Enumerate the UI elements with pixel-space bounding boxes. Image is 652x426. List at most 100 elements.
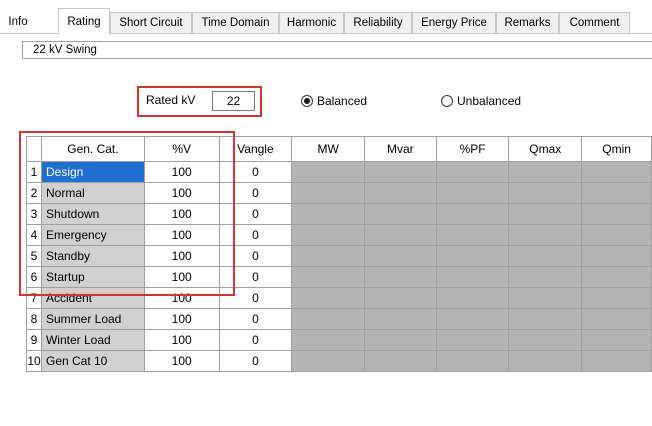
pf-cell xyxy=(435,245,510,267)
qmin-cell xyxy=(581,245,652,267)
gen-cat-cell[interactable]: Standby xyxy=(40,245,145,267)
unbalanced-radio[interactable]: Unbalanced xyxy=(441,94,521,108)
mvar-cell xyxy=(363,329,437,351)
qmin-cell xyxy=(581,287,652,309)
vangle-cell[interactable]: 0 xyxy=(218,329,293,351)
table-row[interactable]: 6 Startup 100 0 xyxy=(26,266,652,288)
pf-cell xyxy=(435,266,510,288)
percent-v-cell[interactable]: 100 xyxy=(143,224,220,246)
qmax-cell xyxy=(508,329,583,351)
vangle-cell[interactable]: 0 xyxy=(218,182,293,204)
table-row[interactable]: 4 Emergency 100 0 xyxy=(26,224,652,246)
qmin-cell xyxy=(581,266,652,288)
mvar-cell xyxy=(363,203,437,225)
qmax-cell xyxy=(508,245,583,267)
tab-reliability[interactable]: Reliability xyxy=(344,12,412,33)
row-index: 1 xyxy=(26,161,42,183)
table-row[interactable]: 10 Gen Cat 10 100 0 xyxy=(26,350,652,372)
header-qmin[interactable]: Qmin xyxy=(581,136,652,162)
radio-unselected-icon xyxy=(441,95,453,107)
mw-cell xyxy=(291,287,365,309)
vangle-cell[interactable]: 0 xyxy=(218,287,293,309)
qmax-cell xyxy=(508,182,583,204)
table-row[interactable]: 1 Design 100 0 xyxy=(26,161,652,183)
mvar-cell xyxy=(363,287,437,309)
gen-cat-cell[interactable]: Design xyxy=(40,161,145,183)
row-index: 2 xyxy=(26,182,42,204)
vangle-cell[interactable]: 0 xyxy=(218,266,293,288)
header-percent-v[interactable]: %V xyxy=(143,136,220,162)
mw-cell xyxy=(291,245,365,267)
percent-v-cell[interactable]: 100 xyxy=(143,266,220,288)
qmin-cell xyxy=(581,203,652,225)
table-row[interactable]: 8 Summer Load 100 0 xyxy=(26,308,652,330)
tab-bar: Info Rating Short Circuit Time Domain Ha… xyxy=(0,0,652,34)
table-row[interactable]: 7 Accident 100 0 xyxy=(26,287,652,309)
percent-v-cell[interactable]: 100 xyxy=(143,287,220,309)
tab-comment[interactable]: Comment xyxy=(559,12,630,33)
tab-time-domain[interactable]: Time Domain xyxy=(192,12,279,33)
gen-cat-cell[interactable]: Winter Load xyxy=(40,329,145,351)
row-index: 4 xyxy=(26,224,42,246)
percent-v-cell[interactable]: 100 xyxy=(143,245,220,267)
vangle-cell[interactable]: 0 xyxy=(218,308,293,330)
header-vangle[interactable]: Vangle xyxy=(218,136,293,162)
mw-cell xyxy=(291,350,365,372)
pf-cell xyxy=(435,224,510,246)
tab-remarks[interactable]: Remarks xyxy=(496,12,559,33)
row-index: 3 xyxy=(26,203,42,225)
header-mvar[interactable]: Mvar xyxy=(363,136,437,162)
mw-cell xyxy=(291,266,365,288)
tab-energy-price[interactable]: Energy Price xyxy=(412,12,496,33)
qmax-cell xyxy=(508,266,583,288)
vangle-cell[interactable]: 0 xyxy=(218,245,293,267)
qmin-cell xyxy=(581,308,652,330)
table-row[interactable]: 5 Standby 100 0 xyxy=(26,245,652,267)
table-row[interactable]: 9 Winter Load 100 0 xyxy=(26,329,652,351)
gen-cat-cell[interactable]: Emergency xyxy=(40,224,145,246)
row-index: 6 xyxy=(26,266,42,288)
percent-v-cell[interactable]: 100 xyxy=(143,161,220,183)
rated-kv-input[interactable]: 22 xyxy=(212,91,255,111)
pf-cell xyxy=(435,350,510,372)
gen-cat-cell[interactable]: Gen Cat 10 xyxy=(40,350,145,372)
gen-cat-cell[interactable]: Summer Load xyxy=(40,308,145,330)
mvar-cell xyxy=(363,308,437,330)
percent-v-cell[interactable]: 100 xyxy=(143,203,220,225)
radio-selected-icon xyxy=(301,95,313,107)
vangle-cell[interactable]: 0 xyxy=(218,224,293,246)
tab-harmonic[interactable]: Harmonic xyxy=(279,12,344,33)
pf-cell xyxy=(435,161,510,183)
tab-rating[interactable]: Rating xyxy=(58,8,110,34)
gen-cat-cell[interactable]: Normal xyxy=(40,182,145,204)
gen-cat-cell[interactable]: Accident xyxy=(40,287,145,309)
percent-v-cell[interactable]: 100 xyxy=(143,350,220,372)
header-qmax[interactable]: Qmax xyxy=(508,136,583,162)
qmin-cell xyxy=(581,224,652,246)
vangle-cell[interactable]: 0 xyxy=(218,350,293,372)
balanced-radio[interactable]: Balanced xyxy=(301,94,367,108)
mvar-cell xyxy=(363,161,437,183)
gen-cat-cell[interactable]: Shutdown xyxy=(40,203,145,225)
pf-cell xyxy=(435,182,510,204)
qmin-cell xyxy=(581,161,652,183)
header-gen-cat[interactable]: Gen. Cat. xyxy=(40,136,145,162)
header-percent-pf[interactable]: %PF xyxy=(435,136,510,162)
header-mw[interactable]: MW xyxy=(291,136,365,162)
vangle-cell[interactable]: 0 xyxy=(218,203,293,225)
tab-info[interactable]: Info xyxy=(0,12,36,33)
mw-cell xyxy=(291,182,365,204)
qmax-cell xyxy=(508,287,583,309)
table-row[interactable]: 2 Normal 100 0 xyxy=(26,182,652,204)
percent-v-cell[interactable]: 100 xyxy=(143,182,220,204)
qmax-cell xyxy=(508,224,583,246)
gen-cat-cell[interactable]: Startup xyxy=(40,266,145,288)
table-row[interactable]: 3 Shutdown 100 0 xyxy=(26,203,652,225)
vangle-cell[interactable]: 0 xyxy=(218,161,293,183)
percent-v-cell[interactable]: 100 xyxy=(143,329,220,351)
header-index xyxy=(26,136,42,162)
percent-v-cell[interactable]: 100 xyxy=(143,308,220,330)
mw-cell xyxy=(291,203,365,225)
tab-short-circuit[interactable]: Short Circuit xyxy=(110,12,192,33)
grid-header-row: Gen. Cat. %V Vangle MW Mvar %PF Qmax Qmi… xyxy=(26,136,652,162)
